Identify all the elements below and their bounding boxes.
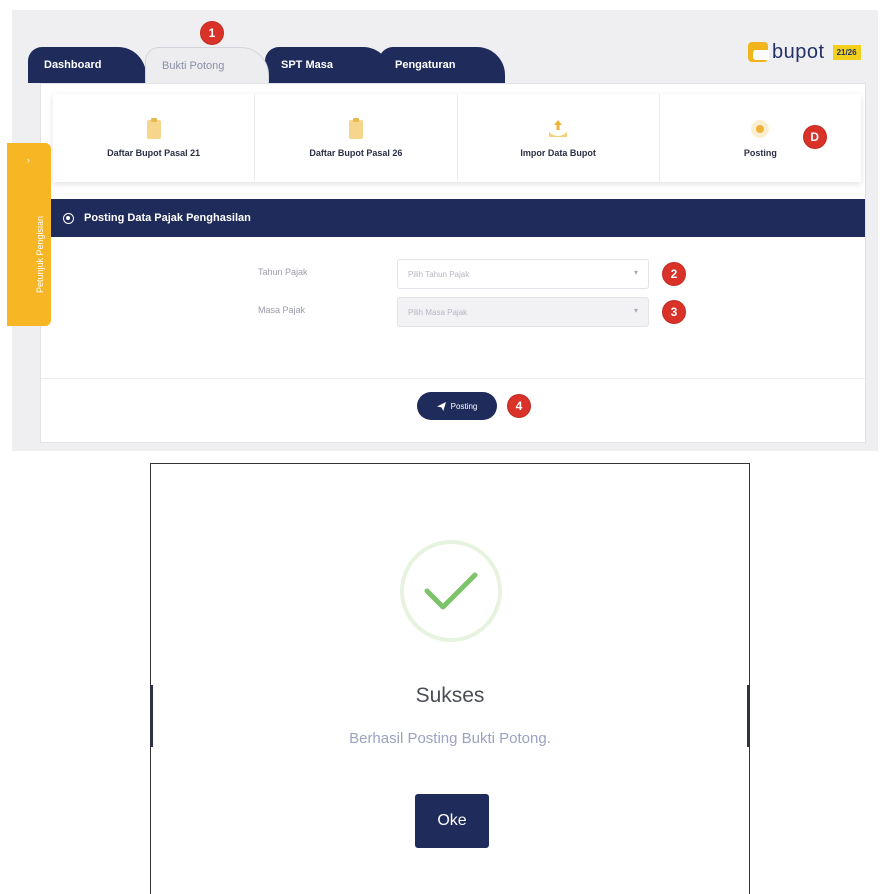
upload-icon (549, 120, 568, 137)
chevron-right-icon: › (27, 155, 30, 165)
logo-mark-icon (748, 42, 769, 62)
tab-pengaturan[interactable]: Pengaturan (379, 47, 505, 83)
tab-spt-masa[interactable]: SPT Masa (265, 47, 391, 83)
masa-pajak-label: Masa Pajak (258, 305, 306, 315)
tab-dashboard[interactable]: Dashboard (28, 47, 146, 83)
chevron-down-icon: ▾ (633, 268, 638, 277)
success-check-icon (400, 540, 502, 642)
main-content: Daftar Bupot Pasal 21 Daftar Bupot Pasal… (40, 83, 866, 443)
logo-badge: 21/26 (832, 44, 861, 60)
menu-impor-data-bupot[interactable]: Impor Data Bupot (458, 94, 660, 182)
divider (41, 378, 865, 379)
document-icon (348, 118, 363, 139)
tahun-pajak-placeholder: Pilih Tahun Pajak (408, 270, 470, 279)
step-badge-4: 4 (508, 395, 530, 417)
menu-label: Posting (743, 148, 777, 158)
section-header: Posting Data Pajak Penghasilan (41, 199, 865, 237)
chevron-down-icon: ▾ (633, 306, 638, 315)
oke-button[interactable]: Oke (415, 794, 489, 848)
menu-daftar-bupot-21[interactable]: Daftar Bupot Pasal 21 (53, 94, 256, 182)
backdrop-edge (150, 685, 153, 747)
submenu-bar: Daftar Bupot Pasal 21 Daftar Bupot Pasal… (53, 94, 861, 182)
radio-dot-icon (63, 212, 74, 224)
tab-bukti-potong[interactable]: Bukti Potong (145, 47, 269, 83)
backdrop-edge (747, 685, 750, 747)
step-badge-d: D (803, 126, 826, 148)
bupot-logo: bupot 21/26 (748, 37, 878, 67)
logo-text: bupot (772, 40, 825, 63)
tab-label: Bukti Potong (162, 59, 225, 72)
menu-label: Impor Data Bupot (520, 148, 596, 158)
checkmark-icon (424, 572, 478, 610)
tahun-pajak-label: Tahun Pajak (258, 267, 308, 277)
success-modal: Sukses Berhasil Posting Bukti Potong. Ok… (150, 463, 750, 894)
posting-button-label: Posting (450, 401, 478, 411)
masa-pajak-placeholder: Pilih Masa Pajak (408, 308, 468, 317)
tab-label: Pengaturan (395, 59, 456, 71)
posting-button[interactable]: Posting (417, 392, 497, 420)
side-tab-label: Petunjuk Pengisian (35, 215, 45, 293)
masa-pajak-row: Masa Pajak Pilih Masa Pajak ▾ 3 (41, 297, 867, 327)
send-icon (436, 401, 446, 411)
step-badge-1: 1 (201, 22, 223, 44)
step-badge-3: 3 (663, 301, 685, 323)
modal-message: Berhasil Posting Bukti Potong. (349, 730, 551, 747)
tab-label: SPT Masa (281, 59, 333, 71)
step-badge-2: 2 (663, 263, 685, 285)
masa-pajak-select[interactable]: Pilih Masa Pajak ▾ (397, 297, 649, 327)
menu-label: Daftar Bupot Pasal 26 (309, 148, 403, 158)
menu-label: Daftar Bupot Pasal 21 (107, 148, 201, 158)
menu-daftar-bupot-26[interactable]: Daftar Bupot Pasal 26 (255, 94, 458, 182)
tahun-pajak-row: Tahun Pajak Pilih Tahun Pajak ▾ 2 (41, 259, 867, 289)
modal-title: Sukses (415, 684, 485, 707)
menu-posting[interactable]: Posting D (660, 94, 861, 182)
app-panel: Dashboard Bukti Potong SPT Masa Pengatur… (12, 10, 878, 451)
tahun-pajak-select[interactable]: Pilih Tahun Pajak ▾ (397, 259, 649, 289)
posting-icon (751, 120, 770, 138)
tab-label: Dashboard (44, 59, 102, 71)
petunjuk-pengisian-tab[interactable]: › Petunjuk Pengisian (7, 143, 51, 326)
document-icon (146, 118, 161, 139)
page: Dashboard Bukti Potong SPT Masa Pengatur… (0, 0, 880, 894)
section-title: Posting Data Pajak Penghasilan (84, 212, 251, 224)
